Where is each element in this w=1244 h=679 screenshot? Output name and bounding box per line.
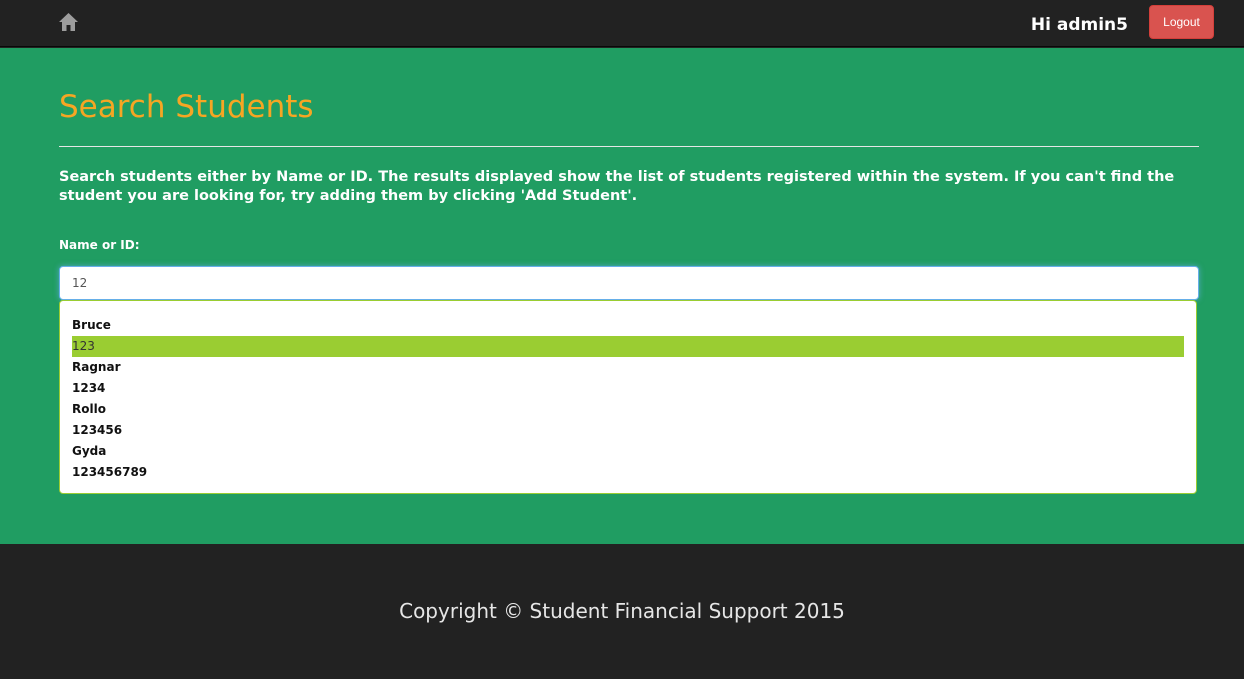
navbar: Hi admin5 Logout bbox=[0, 0, 1244, 47]
home-icon[interactable] bbox=[58, 12, 79, 33]
suggestion-item-active[interactable]: 123 bbox=[72, 336, 1184, 357]
logout-button[interactable]: Logout bbox=[1149, 5, 1214, 39]
suggestion-item[interactable]: Rollo bbox=[72, 399, 1184, 420]
copyright-text: Copyright © Student Financial Support 20… bbox=[399, 599, 845, 623]
intro-text: Search students either by Name or ID. Th… bbox=[59, 169, 1175, 204]
suggestion-item[interactable]: Ragnar bbox=[72, 357, 1184, 378]
name-or-id-label: Name or ID: bbox=[59, 238, 140, 252]
divider bbox=[59, 146, 1199, 147]
suggestion-item[interactable]: Bruce bbox=[72, 315, 1184, 336]
suggestion-item[interactable]: 123456789 bbox=[72, 462, 1184, 483]
suggestion-item[interactable]: 123456 bbox=[72, 420, 1184, 441]
user-greeting: Hi admin5 bbox=[1030, 15, 1128, 35]
page-title: Search Students bbox=[59, 89, 314, 125]
main-content: Search Students Search students either b… bbox=[0, 48, 1244, 544]
search-input[interactable] bbox=[59, 266, 1199, 300]
autocomplete-dropdown: Bruce 123 Ragnar 1234 Rollo 123456 Gyda … bbox=[59, 300, 1197, 494]
suggestion-item[interactable]: Gyda bbox=[72, 441, 1184, 462]
suggestion-item[interactable]: 1234 bbox=[72, 378, 1184, 399]
footer: Copyright © Student Financial Support 20… bbox=[0, 544, 1244, 679]
